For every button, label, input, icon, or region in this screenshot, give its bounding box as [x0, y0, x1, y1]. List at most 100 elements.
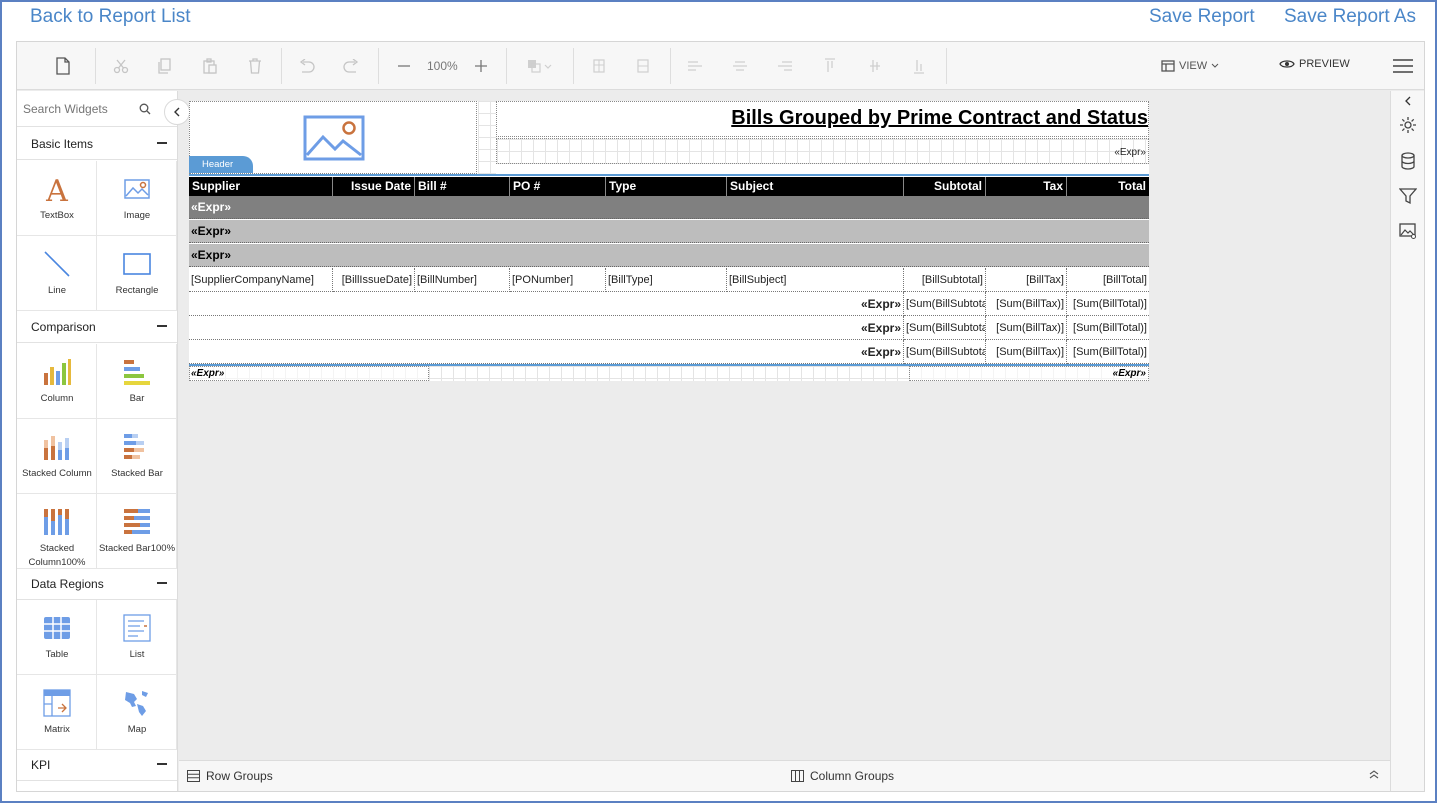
collapse-minus-icon[interactable]: [157, 325, 167, 327]
category-basic-items[interactable]: Basic Items: [17, 128, 177, 160]
category-kpi[interactable]: KPI: [17, 749, 177, 781]
copy-icon[interactable]: [153, 54, 177, 78]
category-comparison[interactable]: Comparison: [17, 311, 177, 343]
zoom-out-icon[interactable]: [392, 54, 416, 78]
detail-cell-subtotal[interactable]: [BillSubtotal]: [904, 268, 986, 292]
layer-order-icon[interactable]: [524, 54, 558, 78]
column-header-subtotal[interactable]: Subtotal: [904, 177, 986, 196]
widget-stacked-column100[interactable]: Stacked Column100%: [17, 494, 97, 569]
align-center-icon[interactable]: [728, 54, 752, 78]
widget-column[interactable]: Column: [17, 344, 97, 419]
category-data-regions[interactable]: Data Regions: [17, 568, 177, 600]
new-document-icon[interactable]: [51, 54, 75, 78]
paste-icon[interactable]: [198, 54, 222, 78]
detail-cell-total[interactable]: [BillTotal]: [1067, 268, 1149, 292]
widget-label: Image: [123, 210, 151, 221]
widget-stacked-bar[interactable]: Stacked Bar: [97, 419, 177, 494]
widget-rectangle[interactable]: Rectangle: [97, 236, 177, 311]
align-left-icon[interactable]: [683, 54, 707, 78]
widget-table[interactable]: Table: [17, 600, 97, 675]
align-bottom-icon[interactable]: [907, 54, 931, 78]
filter-button[interactable]: [1396, 184, 1420, 208]
column-header-tax[interactable]: Tax: [986, 177, 1067, 196]
undo-icon[interactable]: [295, 54, 319, 78]
detail-cell-subject[interactable]: [BillSubject]: [727, 268, 904, 292]
footer-row-2-subtotal[interactable]: [Sum(BillSubtotal)]: [904, 316, 986, 340]
expand-groups-button[interactable]: [1369, 769, 1379, 779]
widget-list[interactable]: List: [97, 600, 177, 675]
footer-row-1-subtotal[interactable]: [Sum(BillSubtotal)]: [904, 292, 986, 316]
align-middle-grid-icon[interactable]: [631, 54, 655, 78]
widget-line[interactable]: Line: [17, 236, 97, 311]
group-row-2[interactable]: «Expr»: [189, 220, 1149, 243]
detail-cell-type[interactable]: [BillType]: [606, 268, 727, 292]
footer-row-1-tax[interactable]: [Sum(BillTax)]: [986, 292, 1067, 316]
report-title-textbox[interactable]: Bills Grouped by Prime Contract and Stat…: [496, 101, 1149, 137]
hamburger-menu-icon[interactable]: [1391, 54, 1415, 78]
header-expr-textbox[interactable]: «Expr»: [496, 138, 1149, 164]
collapse-minus-icon[interactable]: [157, 142, 167, 144]
view-dropdown[interactable]: VIEW: [1161, 54, 1225, 78]
column-header-supplier[interactable]: Supplier: [189, 177, 333, 196]
report-images-button[interactable]: [1396, 219, 1420, 243]
zoom-in-icon[interactable]: [469, 54, 493, 78]
redo-icon[interactable]: [339, 54, 363, 78]
expand-right-panel-button[interactable]: [1396, 93, 1420, 109]
widget-stacked-bar100[interactable]: Stacked Bar100%: [97, 494, 177, 569]
header-band-tab[interactable]: Header: [189, 156, 253, 173]
widget-matrix[interactable]: Matrix: [17, 675, 97, 750]
properties-button[interactable]: [1396, 113, 1420, 137]
widget-map[interactable]: Map: [97, 675, 177, 750]
column-header-po-number[interactable]: PO #: [510, 177, 606, 196]
row-groups-button[interactable]: Row Groups: [187, 769, 273, 783]
footer-row-3-total[interactable]: [Sum(BillTotal)]: [1067, 340, 1149, 364]
align-top-grid-icon[interactable]: [587, 54, 611, 78]
widget-textbox[interactable]: A TextBox: [17, 161, 97, 236]
widget-stacked-column[interactable]: Stacked Column: [17, 419, 97, 494]
footer-row-2-total[interactable]: [Sum(BillTotal)]: [1067, 316, 1149, 340]
report-canvas[interactable]: Header Bills Grouped by Prime Contract a…: [189, 101, 1149, 381]
detail-cell-tax[interactable]: [BillTax]: [986, 268, 1067, 292]
footer-row-2-tax[interactable]: [Sum(BillTax)]: [986, 316, 1067, 340]
align-right-icon[interactable]: [773, 54, 797, 78]
data-sources-button[interactable]: [1396, 149, 1420, 173]
widget-bar[interactable]: Bar: [97, 344, 177, 419]
preview-button[interactable]: PREVIEW: [1279, 52, 1351, 76]
widget-image[interactable]: Image: [97, 161, 177, 236]
widget-label: Stacked Column: [22, 468, 92, 479]
group-row-3[interactable]: «Expr»: [189, 244, 1149, 267]
footer-row-2-label[interactable]: «Expr»: [189, 316, 904, 340]
column-groups-button[interactable]: Column Groups: [791, 769, 894, 783]
page-footer-left-expr[interactable]: «Expr»: [189, 366, 429, 381]
collapse-minus-icon[interactable]: [157, 582, 167, 584]
column-header-total[interactable]: Total: [1067, 177, 1149, 196]
detail-cell-bill-number[interactable]: [BillNumber]: [415, 268, 510, 292]
save-report-link[interactable]: Save Report: [1149, 6, 1255, 28]
align-vertical-middle-icon[interactable]: [863, 54, 887, 78]
column-header-type[interactable]: Type: [606, 177, 727, 196]
detail-cell-issue-date[interactable]: [BillIssueDate]: [333, 268, 415, 292]
column-header-bill-number[interactable]: Bill #: [415, 177, 510, 196]
footer-row-3-label[interactable]: «Expr»: [189, 340, 904, 364]
widgets-panel: Basic Items A TextBox Image Line Rectang…: [17, 91, 178, 791]
search-widgets-input[interactable]: [23, 99, 143, 119]
footer-row-1-label[interactable]: «Expr»: [189, 292, 904, 316]
cut-icon[interactable]: [109, 54, 133, 78]
footer-row-1-total[interactable]: [Sum(BillTotal)]: [1067, 292, 1149, 316]
column-header-subject[interactable]: Subject: [727, 177, 904, 196]
detail-cell-po-number[interactable]: [PONumber]: [510, 268, 606, 292]
back-to-report-list-link[interactable]: Back to Report List: [30, 6, 191, 28]
column-header-issue-date[interactable]: Issue Date: [333, 177, 415, 196]
collapse-minus-icon[interactable]: [157, 763, 167, 765]
delete-icon[interactable]: [243, 54, 267, 78]
footer-row-3-subtotal[interactable]: [Sum(BillSubtotal)]: [904, 340, 986, 364]
footer-row-3-tax[interactable]: [Sum(BillTax)]: [986, 340, 1067, 364]
widget-label: Rectangle: [115, 285, 159, 296]
group-row-1[interactable]: «Expr»: [189, 196, 1149, 219]
collapse-left-panel-button[interactable]: [164, 99, 190, 125]
page-footer-right-expr[interactable]: «Expr»: [909, 366, 1149, 381]
align-top-icon[interactable]: [818, 54, 842, 78]
detail-cell-supplier[interactable]: [SupplierCompanyName]: [189, 268, 333, 292]
search-icon[interactable]: [139, 103, 151, 115]
save-report-as-link[interactable]: Save Report As: [1284, 6, 1416, 28]
